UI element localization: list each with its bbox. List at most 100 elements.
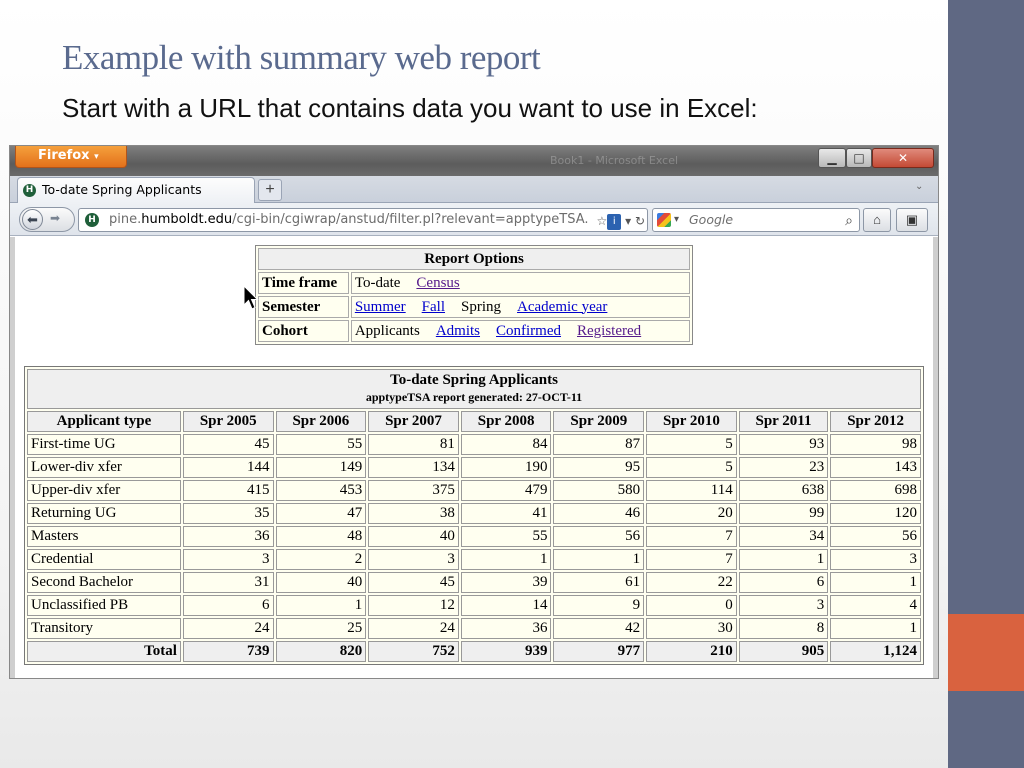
- table-row: Lower-div xfer 144 149 134 190 95 5 23 143: [27, 457, 921, 478]
- value-cell: 22: [646, 572, 737, 593]
- value-cell: 3: [830, 549, 921, 570]
- value-cell: 939: [460, 641, 552, 662]
- value-cell: 41: [460, 503, 552, 524]
- value-cell: 14: [460, 595, 552, 616]
- option-link[interactable]: Summer: [355, 299, 406, 315]
- back-button[interactable]: ⬅: [22, 209, 43, 230]
- applicant-type-cell: Transitory: [27, 618, 181, 639]
- maximize-icon: □: [853, 151, 865, 165]
- applicant-type-cell: Masters: [27, 526, 181, 547]
- option-link[interactable]: Fall: [422, 299, 445, 315]
- slide-title: Example with summary web report: [62, 38, 541, 77]
- browser-titlebar: Firefox ▾ Book1 - Microsoft Excel ▁ □ ✕: [10, 146, 938, 176]
- close-button[interactable]: ✕: [872, 148, 934, 168]
- value-cell: 143: [830, 457, 921, 478]
- value-cell: 7: [646, 549, 737, 570]
- back-arrow-icon: ⬅: [27, 212, 38, 227]
- value-cell: 24: [182, 618, 274, 639]
- option-label: Cohort: [258, 320, 349, 342]
- maximize-button[interactable]: □: [846, 148, 872, 168]
- value-cell: 24: [368, 618, 459, 639]
- value-cell: 210: [646, 641, 737, 662]
- report-title: To-date Spring Applicants: [390, 372, 558, 388]
- firefox-menu-button[interactable]: Firefox ▾: [15, 146, 127, 168]
- option-label: Semester: [258, 296, 349, 318]
- value-cell: 3: [368, 549, 459, 570]
- value-cell: 56: [553, 526, 645, 547]
- value-cell: 87: [553, 434, 645, 455]
- url-path: /cgi-bin/cgiwrap/anstud/filter.pl?releva…: [232, 212, 589, 227]
- value-cell: 36: [182, 526, 274, 547]
- value-cell: 638: [738, 480, 829, 501]
- forward-arrow-icon: ➡: [50, 211, 61, 225]
- value-cell: 38: [368, 503, 459, 524]
- addon-icon: ▣: [905, 212, 919, 227]
- option-values: To-date Census: [350, 272, 690, 294]
- new-tab-button[interactable]: +: [258, 179, 282, 201]
- column-header: Spr 2008: [460, 411, 552, 432]
- minimize-icon: ▁: [827, 151, 837, 165]
- site-identity-icon[interactable]: H: [85, 213, 99, 227]
- dropdown-arrow-icon[interactable]: ▾: [625, 214, 631, 228]
- column-header: Spr 2005: [182, 411, 274, 432]
- value-cell: 2: [275, 549, 367, 570]
- value-cell: 120: [830, 503, 921, 524]
- bookmark-star-icon[interactable]: ☆: [596, 214, 607, 228]
- value-cell: 9: [553, 595, 645, 616]
- value-cell: 415: [182, 480, 274, 501]
- tab-strip: H To-date Spring Applicants + ⌄: [10, 176, 938, 203]
- value-cell: 820: [275, 641, 367, 662]
- value-cell: 479: [460, 480, 552, 501]
- option-link[interactable]: Registered: [577, 323, 641, 339]
- right-edge: [933, 237, 938, 678]
- bookmarks-icon[interactable]: i: [607, 213, 622, 230]
- value-cell: 1,124: [830, 641, 921, 662]
- column-header: Applicant type: [27, 411, 181, 432]
- applicant-type-cell: First-time UG: [27, 434, 181, 455]
- url-domain: humboldt.edu: [141, 212, 233, 227]
- value-cell: 99: [738, 503, 829, 524]
- option-values: Applicants Admits Confirmed Registered: [350, 320, 690, 342]
- tab-list-icon[interactable]: ⌄: [915, 181, 923, 192]
- value-cell: 0: [646, 595, 737, 616]
- option-link[interactable]: Admits: [436, 323, 480, 339]
- value-cell: 45: [182, 434, 274, 455]
- option-link[interactable]: Census: [416, 275, 459, 291]
- option-link[interactable]: Confirmed: [496, 323, 561, 339]
- forward-button[interactable]: ➡: [50, 211, 60, 225]
- value-cell: 34: [738, 526, 829, 547]
- value-cell: 56: [830, 526, 921, 547]
- column-header: Spr 2012: [830, 411, 921, 432]
- search-magnifier-icon[interactable]: ⌕: [845, 210, 853, 232]
- applicant-type-cell: Unclassified PB: [27, 595, 181, 616]
- value-cell: 580: [553, 480, 645, 501]
- report-options-table: Report Options Time frame To-date Census Se…: [256, 246, 692, 344]
- option-link[interactable]: Academic year: [517, 299, 607, 315]
- value-cell: 134: [368, 457, 459, 478]
- google-search-engine-icon[interactable]: [657, 213, 671, 227]
- url-bar[interactable]: H pine.humboldt.edu/cgi-bin/cgiwrap/anst…: [78, 208, 648, 232]
- value-cell: 40: [275, 572, 367, 593]
- value-cell: 93: [738, 434, 829, 455]
- tab-to-date-spring-applicants[interactable]: H To-date Spring Applicants: [17, 177, 255, 203]
- search-engine-dropdown-icon[interactable]: ▾: [674, 209, 679, 231]
- minimize-button[interactable]: ▁: [818, 148, 846, 168]
- table-row: First-time UG 45 55 81 84 87 5 93 98: [27, 434, 921, 455]
- value-cell: 25: [275, 618, 367, 639]
- value-cell: 84: [460, 434, 552, 455]
- report-generated-date: apptypeTSA report generated: 27-OCT-11: [365, 390, 583, 404]
- search-input[interactable]: ▾ Google ⌕: [652, 208, 860, 232]
- value-cell: 453: [275, 480, 367, 501]
- table-row: Second Bachelor 31 40 45 39 61 22 6 1: [27, 572, 921, 593]
- value-cell: 698: [830, 480, 921, 501]
- value-cell: 20: [646, 503, 737, 524]
- value-cell: 977: [553, 641, 645, 662]
- value-cell: 1: [460, 549, 552, 570]
- option-current-value: Spring: [461, 298, 502, 315]
- reload-icon[interactable]: ↻: [635, 214, 645, 228]
- value-cell: 40: [368, 526, 459, 547]
- url-bar-tools: ☆ i ▾ ↻: [594, 210, 645, 231]
- site-favicon-icon: H: [23, 184, 36, 197]
- home-button[interactable]: ⌂: [863, 208, 891, 232]
- addon-bar-button[interactable]: ▣: [896, 208, 928, 232]
